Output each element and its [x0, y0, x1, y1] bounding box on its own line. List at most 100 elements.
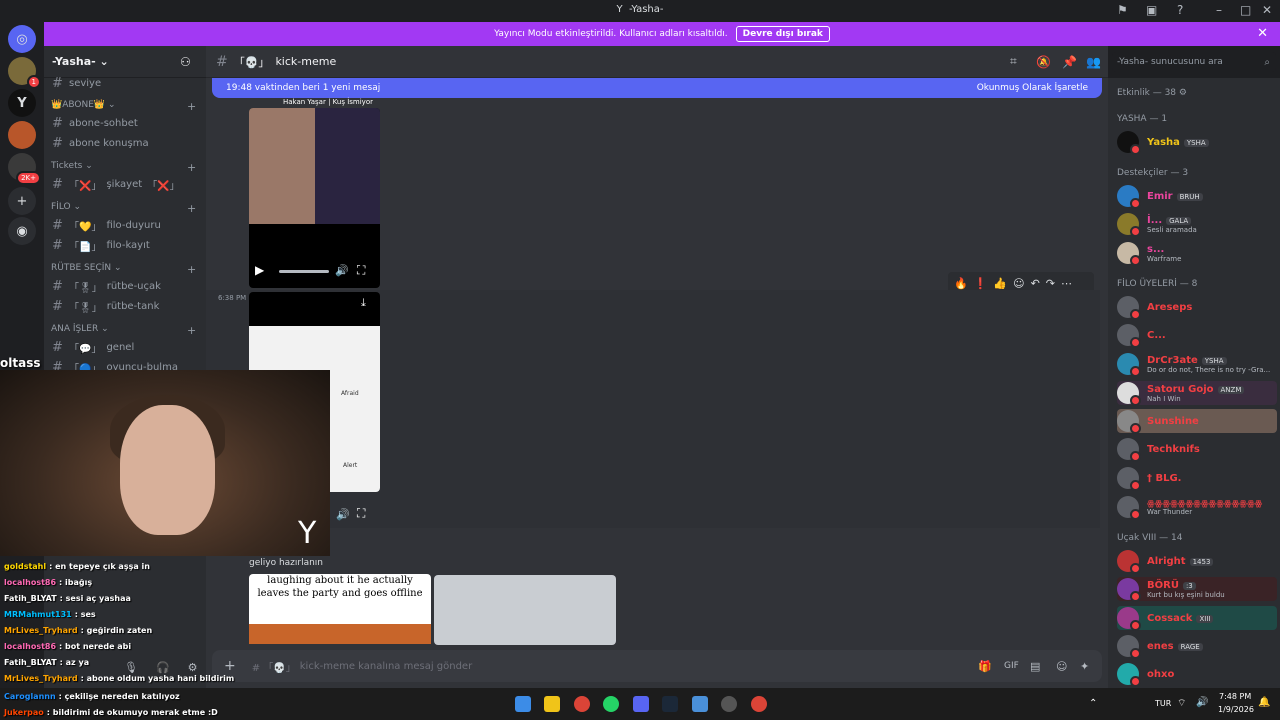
add-channel-icon[interactable]: + [187, 161, 196, 174]
member-item[interactable]: Alright 1453 [1117, 549, 1277, 574]
discover-icon[interactable]: ◉ [8, 217, 36, 245]
channel-item[interactable]: # 「❌」 şikayet 「❌」 [52, 177, 180, 192]
member-name: Satoru Gojo ANZM [1147, 384, 1245, 395]
member-item[interactable]: DrCr3ate YSHA Do or do not, There is no tr… [1117, 352, 1277, 377]
member-item[interactable]: C... [1117, 323, 1277, 348]
obs-icon[interactable] [721, 696, 737, 712]
disable-streamer-mode-button[interactable]: Devre dışı bırak [735, 26, 830, 42]
thumbs-up-icon[interactable]: 👍 [993, 277, 1007, 290]
fullscreen-icon[interactable]: ⛶ [357, 263, 365, 278]
add-channel-icon[interactable]: + [187, 324, 196, 337]
fullscreen-icon[interactable]: ⛶ [357, 506, 365, 521]
member-item[interactable]: Areseps [1117, 295, 1277, 320]
add-channel-icon[interactable]: + [187, 202, 196, 215]
member-item[interactable]: s... Warframe [1117, 241, 1277, 266]
maximize-icon[interactable]: □ [1240, 3, 1251, 17]
category-label[interactable]: Tickets ⌄ + [51, 161, 196, 174]
mark-read-button[interactable]: Okunmuş Olarak İşaretle [977, 83, 1088, 93]
file-explorer-icon[interactable] [544, 696, 560, 712]
category-label[interactable]: 👑ABONE👑 ⌄ + [51, 100, 196, 113]
close-icon[interactable]: ✕ [1262, 3, 1272, 17]
close-icon[interactable]: ✕ [1257, 26, 1268, 41]
bird-image[interactable] [434, 575, 616, 645]
add-reaction-icon[interactable]: ☺ [1013, 277, 1024, 290]
server-header[interactable]: -Yasha- ⌄ ⚇ [44, 46, 206, 78]
language-indicator[interactable]: TUR [1155, 699, 1171, 708]
category-label[interactable]: ANA İŞLER ⌄ + [51, 324, 196, 337]
gif-icon[interactable]: GIF [1004, 661, 1019, 671]
chrome-icon[interactable] [751, 696, 767, 712]
reply-icon[interactable]: ↶ [1031, 277, 1040, 290]
channel-item[interactable]: # seviye [52, 76, 101, 91]
server-folder-icon[interactable]: 2K+ [8, 153, 41, 185]
category-label[interactable]: RÜTBE SEÇİN ⌄ + [51, 263, 196, 276]
channel-item[interactable]: # abone konuşma [52, 136, 149, 151]
tray-chevron-icon[interactable]: ⌃ [1089, 698, 1097, 709]
app-icon[interactable] [692, 696, 708, 712]
server-icon[interactable]: 1 [8, 57, 41, 89]
new-messages-bar[interactable]: 19:48 vaktinden beri 1 yeni mesaj Okunmu… [212, 78, 1102, 98]
screen-icon[interactable]: ▣ [1146, 3, 1157, 17]
reaction-fire-icon[interactable]: 🔥 [954, 277, 968, 290]
threads-icon[interactable]: ⌗ [1010, 54, 1017, 69]
server-icon[interactable] [8, 121, 36, 149]
apps-icon[interactable]: ✦ [1080, 660, 1089, 673]
inbox-icon[interactable]: ⚑ [1117, 3, 1128, 17]
member-item[interactable]: Techknifs [1117, 437, 1277, 462]
channel-item[interactable]: # 「💛」 filo-duyuru [52, 218, 161, 233]
steam-icon[interactable] [662, 696, 678, 712]
pin-icon[interactable]: 📌 [1062, 55, 1077, 69]
channel-item[interactable]: # 「🎖」 rütbe-uçak [52, 279, 161, 294]
member-item[interactable]: ꙮꙮꙮꙮꙮꙮꙮꙮꙮꙮꙮꙮꙮꙮꙮ War Thunder [1117, 495, 1277, 520]
category-label[interactable]: FİLO ⌄ + [51, 202, 196, 215]
member-item[interactable]: enes RAGE [1117, 634, 1277, 659]
member-item[interactable]: Satoru Gojo ANZM Nah I Win [1117, 381, 1277, 406]
volume-icon[interactable]: 🔊 [335, 264, 349, 277]
help-icon[interactable]: ? [1177, 3, 1183, 17]
clock-time[interactable]: 7:48 PM [1219, 692, 1251, 701]
channel-item[interactable]: # abone-sohbet [52, 116, 138, 131]
member-item[interactable]: İ... GALA Sesli aramada [1117, 212, 1277, 237]
member-item[interactable]: Sunshine [1117, 409, 1277, 434]
add-channel-icon[interactable]: + [187, 100, 196, 113]
channel-item[interactable]: # 「📄」 filo-kayıt [52, 238, 150, 253]
notification-icon[interactable]: 🔔 [1258, 697, 1270, 708]
sticker-icon[interactable]: ▤ [1030, 660, 1040, 673]
chrome-icon[interactable] [574, 696, 590, 712]
clock-date[interactable]: 1/9/2026 [1218, 705, 1254, 714]
forward-icon[interactable]: ↷ [1046, 277, 1055, 290]
add-member-icon[interactable]: ⚇ [180, 55, 191, 69]
discord-icon[interactable] [633, 696, 649, 712]
more-icon[interactable]: ⋯ [1061, 277, 1072, 290]
members-icon[interactable]: 👥 [1086, 55, 1101, 69]
download-icon[interactable]: ⤓ [361, 296, 366, 310]
chat-message: : bot nerede abi [59, 641, 132, 651]
volume-icon[interactable]: 🔊 [336, 508, 350, 521]
member-item[interactable]: ohxo [1117, 662, 1277, 687]
emoji-icon[interactable]: ☺ [1056, 660, 1067, 673]
discord-home-icon[interactable]: ◎ [8, 25, 36, 53]
message-composer[interactable]: + # 「💀」 kick-meme kanalına mesaj gönder … [212, 650, 1102, 682]
play-icon[interactable]: ▶ [255, 263, 264, 277]
video-attachment[interactable]: ▶ 🔊 ⛶ [249, 108, 380, 288]
channel-item[interactable]: # 「🎖」 rütbe-tank [52, 299, 159, 314]
volume-slider[interactable] [279, 270, 329, 273]
add-server-icon[interactable]: + [8, 187, 36, 215]
add-channel-icon[interactable]: + [187, 263, 196, 276]
wifi-icon[interactable]: ⌔ [1177, 697, 1186, 710]
member-item[interactable]: Cossack XIII [1117, 606, 1277, 631]
start-icon[interactable] [515, 696, 531, 712]
yasha-server-icon[interactable]: Y [8, 89, 36, 117]
server-search-input[interactable]: -Yasha- sunucusunu ara ⌕ [1112, 52, 1276, 72]
member-item[interactable]: Emir BRUH [1117, 184, 1277, 209]
member-item[interactable]: BÖRÜ:3 Kurt bu kış eşini buldu [1117, 577, 1277, 602]
volume-icon[interactable]: 🔊 [1196, 697, 1208, 708]
reaction-icon[interactable]: ❗ [974, 277, 988, 290]
notifications-icon[interactable]: 🔕 [1036, 55, 1051, 69]
whatsapp-icon[interactable] [603, 696, 619, 712]
member-item[interactable]: † BLG. [1117, 466, 1277, 491]
channel-item[interactable]: # 「💬」 genel [52, 340, 134, 355]
minimize-icon[interactable]: – [1216, 3, 1222, 17]
gift-icon[interactable]: 🎁 [978, 660, 992, 673]
member-item[interactable]: Yasha YSHA [1117, 130, 1277, 155]
